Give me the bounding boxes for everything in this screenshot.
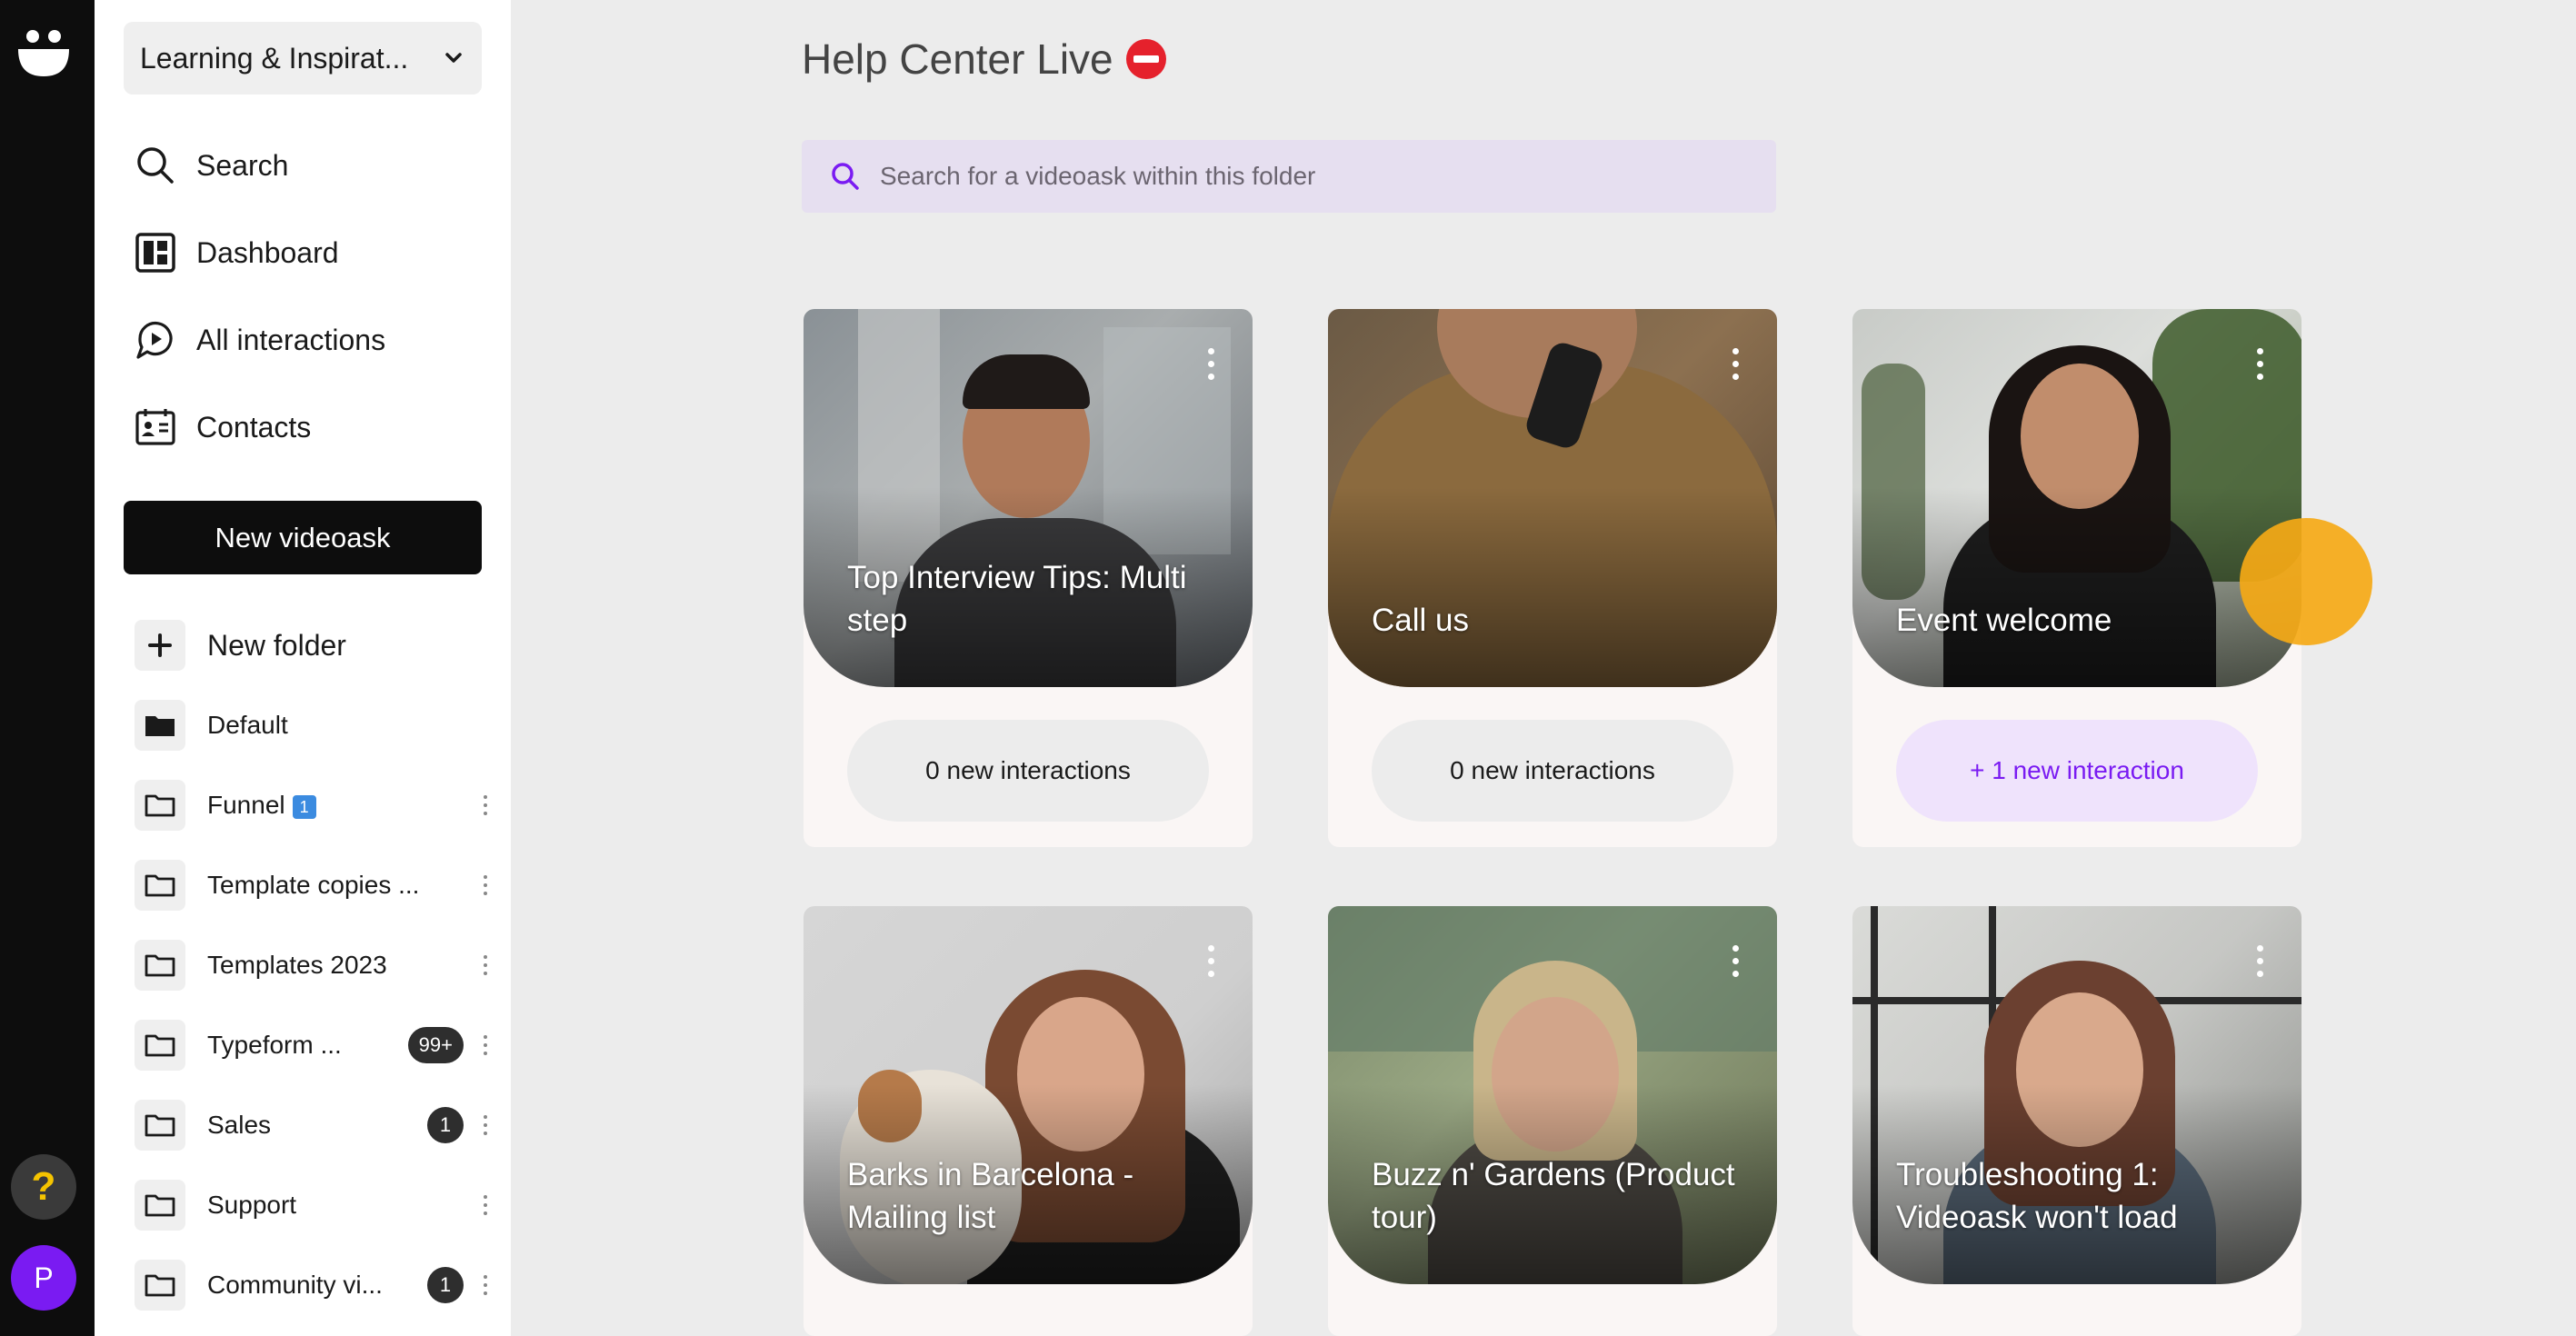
more-options-icon[interactable] [476, 1267, 494, 1303]
folder-icon [135, 1100, 185, 1151]
interactions-button[interactable]: 0 new interactions [1372, 720, 1733, 822]
videoask-logo-icon[interactable] [16, 27, 71, 78]
search-icon [832, 163, 859, 190]
card-title: Buzz n' Gardens (Product tour) [1372, 1157, 1735, 1235]
more-options-icon[interactable] [476, 867, 494, 903]
help-button[interactable]: ? [11, 1154, 76, 1220]
folder-item-template-copies[interactable]: Template copies ... [135, 858, 498, 912]
card-title: Call us [1372, 603, 1469, 638]
video-thumbnail[interactable]: Top Interview Tips: Multi step [804, 309, 1253, 687]
videoask-card[interactable]: Buzz n' Gardens (Product tour) [1328, 906, 1777, 1336]
nav-contacts-label: Contacts [196, 410, 312, 444]
search-input[interactable] [880, 162, 1698, 191]
folder-item-typeform[interactable]: Typeform ... 99+ [135, 1018, 498, 1072]
video-thumbnail[interactable]: Barks in Barcelona - Mailing list [804, 906, 1253, 1284]
more-options-icon[interactable] [476, 947, 494, 983]
workspace-name: Learning & Inspirat... [140, 41, 409, 75]
videoask-card[interactable]: Barks in Barcelona - Mailing list [804, 906, 1253, 1336]
more-options-icon[interactable] [2251, 342, 2269, 385]
video-thumbnail[interactable]: Event welcome [1852, 309, 2301, 687]
more-options-icon[interactable] [476, 1187, 494, 1223]
nav-all-interactions-label: All interactions [196, 323, 386, 356]
more-options-icon[interactable] [476, 1107, 494, 1143]
user-avatar[interactable]: P [11, 1245, 76, 1311]
chevron-down-icon [445, 53, 462, 63]
interactions-button[interactable]: + 1 new interaction [1896, 720, 2258, 822]
folder-icon [135, 780, 185, 831]
new-folder-button[interactable]: New folder [135, 618, 346, 673]
videoask-card[interactable]: Troubleshooting 1: Videoask won't load [1852, 906, 2301, 1336]
folder-item-funnel[interactable]: Funnel 1 [135, 778, 498, 833]
interactions-button[interactable]: 0 new interactions [847, 720, 1209, 822]
count-badge: 99+ [407, 1027, 464, 1063]
card-title: Event welcome [1896, 603, 2112, 638]
dashboard-icon [135, 233, 175, 273]
count-badge: 1 [427, 1107, 464, 1143]
folder-icon [135, 940, 185, 991]
contacts-icon [135, 409, 175, 445]
nav-search-label: Search [196, 148, 289, 182]
folder-name: Funnel 1 [207, 791, 476, 820]
more-options-icon[interactable] [1202, 939, 1220, 982]
more-options-icon[interactable] [1726, 939, 1744, 982]
folder-item-sales[interactable]: Sales 1 [135, 1098, 498, 1152]
folder-name: Template copies ... [207, 871, 420, 899]
page-title: Help Center Live [802, 35, 1166, 84]
folder-name: Support [207, 1191, 297, 1219]
thumbnail-shade [1328, 487, 1777, 687]
folder-name: Sales [207, 1111, 272, 1139]
videoask-card[interactable]: Event welcome + 1 new interaction [1852, 309, 2301, 847]
folder-name: Default [207, 711, 288, 739]
more-options-icon[interactable] [1202, 342, 1220, 385]
card-title: Troubleshooting 1: Videoask won't load [1896, 1157, 2178, 1235]
new-videoask-button[interactable]: New videoask [124, 501, 482, 574]
count-badge: 1 [427, 1267, 464, 1303]
folder-icon [135, 1260, 185, 1311]
folder-item-templates-2023[interactable]: Templates 2023 [135, 938, 498, 992]
more-options-icon[interactable] [1726, 342, 1744, 385]
app-rail: ? P [0, 0, 95, 1336]
card-title: Barks in Barcelona - Mailing list [847, 1157, 1134, 1235]
folder-filled-icon [135, 700, 185, 751]
folder-icon [135, 860, 185, 911]
video-thumbnail[interactable]: Troubleshooting 1: Videoask won't load [1852, 906, 2301, 1284]
more-options-icon[interactable] [476, 1027, 494, 1063]
folder-icon [135, 1020, 185, 1071]
video-thumbnail[interactable]: Buzz n' Gardens (Product tour) [1328, 906, 1777, 1284]
nav-contacts[interactable]: Contacts [135, 400, 311, 454]
folder-name-text: Funnel [207, 791, 285, 819]
workspace-selector[interactable]: Learning & Inspirat... [124, 22, 482, 95]
folder-item-support[interactable]: Support [135, 1178, 498, 1232]
more-options-icon[interactable] [476, 787, 494, 823]
interactions-icon [136, 321, 173, 359]
more-options-icon[interactable] [2251, 939, 2269, 982]
card-title: Top Interview Tips: Multi step [847, 560, 1187, 638]
nav-search[interactable]: Search [135, 138, 288, 193]
plus-icon [135, 620, 185, 671]
folder-item-community[interactable]: Community vi... 1 [135, 1258, 498, 1312]
sidebar: Learning & Inspirat... Search Dashboard … [95, 0, 511, 1336]
search-icon [137, 147, 174, 184]
page-title-text: Help Center Live [802, 35, 1113, 83]
folder-item-default[interactable]: Default [135, 698, 498, 753]
nav-all-interactions[interactable]: All interactions [135, 313, 385, 367]
folder-name: Typeform ... [207, 1031, 342, 1059]
keycap-one-emoji: 1 [292, 794, 316, 819]
no-entry-emoji-icon [1125, 39, 1166, 79]
floating-orange-blob [2240, 518, 2372, 645]
folder-icon [135, 1180, 185, 1231]
video-thumbnail[interactable]: Call us [1328, 309, 1777, 687]
nav-dashboard[interactable]: Dashboard [135, 225, 339, 280]
videoask-card[interactable]: Call us 0 new interactions [1328, 309, 1777, 847]
folder-name: Templates 2023 [207, 951, 387, 979]
nav-dashboard-label: Dashboard [196, 235, 339, 269]
videoask-search-bar[interactable] [802, 140, 1776, 213]
folder-name: Community vi... [207, 1271, 383, 1299]
new-folder-label: New folder [207, 628, 346, 662]
thumbnail-shade [1852, 487, 2301, 687]
videoask-card[interactable]: Top Interview Tips: Multi step 0 new int… [804, 309, 1253, 847]
